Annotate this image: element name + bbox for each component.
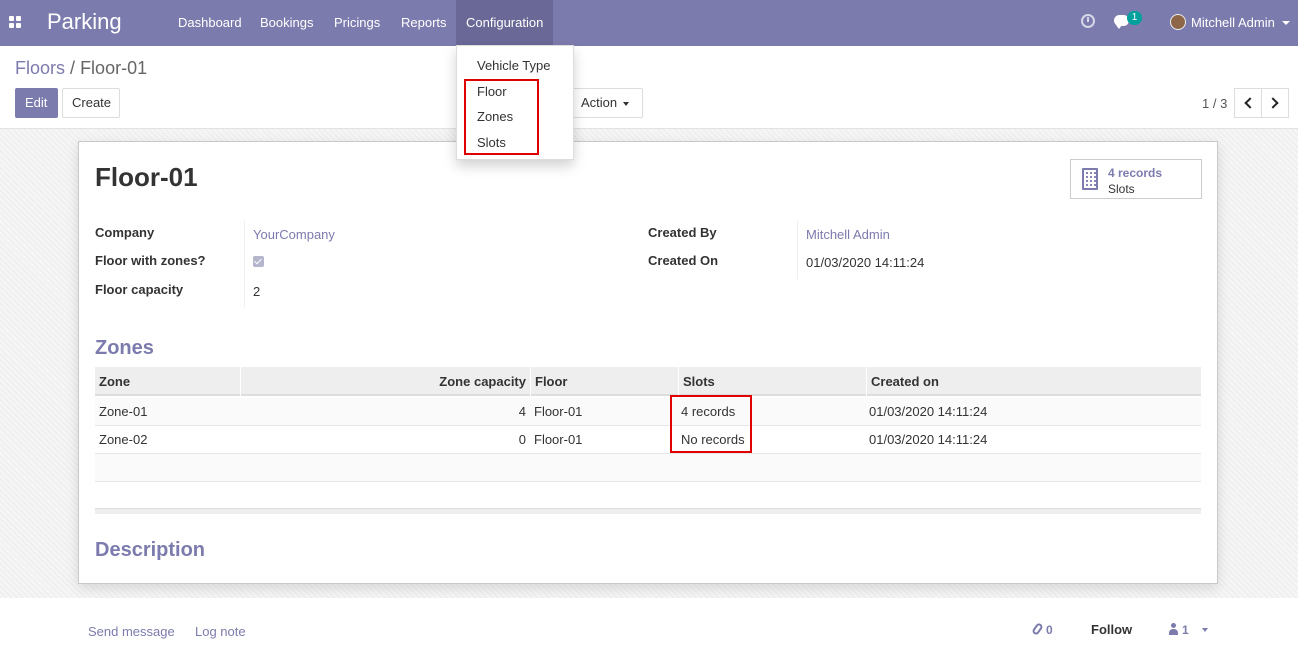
chevron-right-icon (1267, 97, 1279, 109)
menu-reports[interactable]: Reports (391, 0, 457, 46)
breadcrumb-current: Floor-01 (80, 58, 148, 78)
table-footer (95, 508, 1201, 514)
column-zone-capacity[interactable]: Zone capacity (240, 367, 530, 396)
created-on-cell: 01/03/2020 14:11:24 (869, 432, 988, 447)
pager-next-button[interactable] (1261, 88, 1289, 118)
message-count-badge: 1 (1127, 11, 1142, 25)
building-icon (1082, 168, 1098, 190)
pager-value[interactable]: 1 / 3 (1202, 96, 1227, 111)
configuration-dropdown: Vehicle Type Floor Zones Slots (456, 45, 574, 160)
created-on-value: 01/03/2020 14:11:24 (806, 255, 925, 270)
caret-down-icon (623, 101, 630, 106)
floor-capacity-value: 2 (253, 284, 261, 299)
top-navbar: Parking Dashboard Bookings Pricings Repo… (0, 0, 1298, 46)
zones-section-title: Zones (95, 337, 154, 359)
table-empty-row (95, 482, 1201, 510)
pager-previous-button[interactable] (1234, 88, 1262, 118)
caret-down-icon[interactable] (1202, 628, 1208, 632)
zone-cell: Zone-01 (99, 404, 148, 419)
created-by-value[interactable]: Mitchell Admin (806, 227, 890, 242)
floor-cell: Floor-01 (534, 432, 583, 447)
table-empty-row (95, 454, 1201, 482)
attachment-count[interactable]: 0 (1046, 623, 1053, 637)
zone-capacity-cell: 0 (518, 432, 526, 447)
follow-button[interactable]: Follow (1091, 622, 1132, 637)
zones-table-header: Zone Zone capacity Floor Slots Created o… (95, 367, 1201, 396)
table-row[interactable]: Zone-01 4 Floor-01 4 records 01/03/2020 … (95, 398, 1201, 426)
activity-clock-icon[interactable] (1081, 14, 1095, 28)
app-title: Parking (47, 9, 122, 34)
menu-dashboard[interactable]: Dashboard (168, 0, 252, 46)
breadcrumb-floors-link[interactable]: Floors (15, 58, 65, 78)
menu-item-vehicle-type[interactable]: Vehicle Type (477, 58, 550, 73)
user-avatar[interactable] (1170, 14, 1186, 30)
apps-menu-icon[interactable] (9, 16, 21, 28)
log-note-button[interactable]: Log note (195, 624, 246, 639)
floor-with-zones-label: Floor with zones? (95, 253, 206, 268)
created-on-cell: 01/03/2020 14:11:24 (869, 404, 988, 419)
slots-count: 4 records (1108, 166, 1163, 180)
menu-bookings[interactable]: Bookings (250, 0, 323, 46)
user-icon[interactable] (1169, 623, 1178, 635)
table-row[interactable]: Zone-02 0 Floor-01 No records 01/03/2020… (95, 426, 1201, 454)
created-on-label: Created On (648, 253, 719, 268)
breadcrumb-separator: / (70, 58, 76, 78)
slots-highlight-box (670, 395, 752, 453)
created-by-label: Created By (648, 225, 717, 240)
menu-highlight-box (464, 79, 539, 155)
column-floor[interactable]: Floor (530, 367, 678, 396)
slots-label: Slots (1108, 182, 1135, 196)
form-sheet: 4 records Slots Floor-01 Company YourCom… (78, 141, 1218, 584)
send-message-button[interactable]: Send message (88, 624, 175, 639)
zone-capacity-cell: 4 (518, 404, 526, 419)
field-separator (244, 221, 245, 307)
company-value[interactable]: YourCompany (253, 227, 335, 242)
chatter: Send message Log note 0 Follow 1 (0, 598, 1298, 668)
record-title: Floor-01 (95, 162, 198, 192)
column-slots[interactable]: Slots (678, 367, 866, 396)
action-label: Action (581, 95, 618, 110)
chevron-left-icon (1244, 97, 1256, 109)
menu-configuration[interactable]: Configuration (456, 0, 554, 46)
create-button[interactable]: Create (62, 88, 120, 118)
user-menu[interactable]: Mitchell Admin (1191, 15, 1275, 30)
zone-cell: Zone-02 (99, 432, 148, 447)
slots-smart-button[interactable]: 4 records Slots (1070, 159, 1202, 199)
follower-count[interactable]: 1 (1182, 623, 1189, 637)
caret-down-icon[interactable] (1282, 21, 1290, 25)
action-dropdown-button[interactable]: Action (570, 88, 643, 118)
description-section-title: Description (95, 539, 206, 561)
floor-cell: Floor-01 (534, 404, 583, 419)
floor-capacity-label: Floor capacity (95, 282, 184, 297)
floor-with-zones-checkbox (253, 256, 264, 267)
field-separator (797, 221, 798, 279)
paperclip-icon[interactable] (1031, 622, 1044, 636)
menu-pricings[interactable]: Pricings (324, 0, 390, 46)
breadcrumb: Floors / Floor-01 (15, 58, 147, 79)
company-label: Company (95, 225, 155, 240)
column-created-on[interactable]: Created on (866, 367, 1201, 396)
column-zone[interactable]: Zone (95, 367, 240, 396)
edit-button[interactable]: Edit (15, 88, 58, 118)
